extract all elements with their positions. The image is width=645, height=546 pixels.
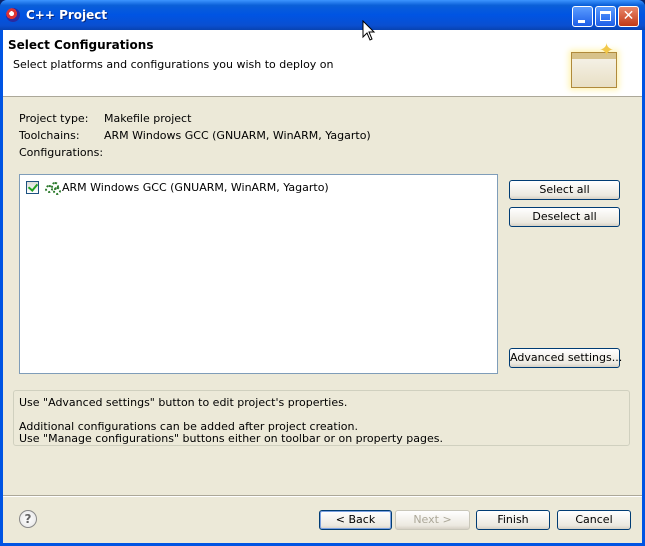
select-all-button[interactable]: Select all — [509, 180, 620, 200]
eclipse-icon — [6, 8, 20, 22]
project-type-value: Makefile project — [104, 112, 192, 125]
next-button[interactable]: Next > — [395, 510, 470, 530]
page-title: Select Configurations — [8, 38, 154, 52]
project-type-label: Project type: — [19, 112, 89, 125]
configurations-label: Configurations: — [19, 146, 104, 159]
window-title: C++ Project — [26, 8, 108, 22]
hint-panel: Use "Advanced settings" button to edit p… — [13, 390, 630, 446]
help-icon[interactable]: ? — [19, 510, 37, 528]
deselect-all-button[interactable]: Deselect all — [509, 207, 620, 227]
cancel-button[interactable]: Cancel — [557, 510, 631, 530]
configurations-list[interactable]: ARM Windows GCC (GNUARM, WinARM, Yagarto… — [19, 174, 498, 374]
configuration-label: ARM Windows GCC (GNUARM, WinARM, Yagarto… — [62, 181, 329, 194]
minimize-button[interactable] — [572, 6, 593, 27]
toolchains-label: Toolchains: — [19, 129, 80, 142]
wizard-banner: Select Configurations Select platforms a… — [3, 30, 642, 97]
dialog-window: C++ Project ✕ Select Configurations Sele… — [0, 0, 645, 546]
advanced-settings-button[interactable]: Advanced settings... — [509, 348, 622, 368]
title-bar[interactable]: C++ Project ✕ — [0, 0, 645, 30]
finish-button[interactable]: Finish — [476, 510, 550, 530]
maximize-button[interactable] — [595, 6, 616, 27]
page-description: Select platforms and configurations you … — [13, 58, 334, 71]
toolchains-value: ARM Windows GCC (GNUARM, WinARM, Yagarto… — [104, 129, 371, 142]
configuration-checkbox[interactable] — [26, 181, 39, 194]
mouse-cursor-icon — [362, 20, 376, 41]
hint-advanced-settings: Use "Advanced settings" button to edit p… — [19, 396, 348, 409]
dialog-client: Select Configurations Select platforms a… — [3, 30, 642, 543]
wizard-window-icon: ✦ — [569, 42, 619, 88]
footer-separator — [3, 495, 642, 497]
sparkle-icon: ✦ — [599, 40, 615, 61]
back-button[interactable]: < Back — [319, 510, 392, 530]
configuration-gear-icon — [44, 181, 62, 195]
close-icon: ✕ — [622, 8, 635, 24]
close-button[interactable]: ✕ — [618, 6, 639, 27]
hint-manage-configurations: Use "Manage configurations" buttons eith… — [19, 432, 443, 445]
